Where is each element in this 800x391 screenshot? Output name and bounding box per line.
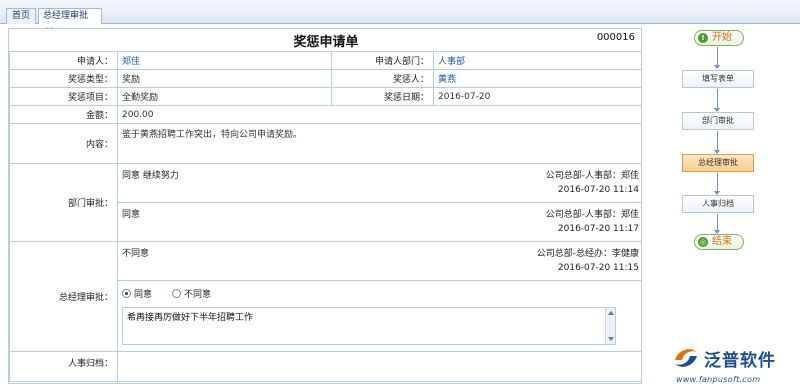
flow-step-gm-approval: 总经理审批 (682, 154, 754, 172)
table-row: 部门审批： 同意 继续努力 公司总部-人事部：郑佳 2016-07-20 11:… (9, 163, 641, 242)
content-label: 内容： (9, 123, 118, 164)
tab-bar: 首页 总经理审批✕ (0, 0, 800, 36)
table-row: 人事归档： (9, 351, 641, 382)
hr-archive-value (117, 351, 641, 382)
gm-review-cell: 不同意 公司总部-总经办：李健康 2016-07-20 11:15 同意 不同意… (117, 241, 641, 352)
gm-decision-group: 同意 不同意 (122, 285, 639, 301)
dept-review-cell: 同意 继续努力 公司总部-人事部：郑佳 2016-07-20 11:14 同意 … (117, 163, 641, 242)
type-label: 奖惩类型： (9, 69, 118, 88)
brand-url: www.fanpusoft.com (676, 375, 761, 384)
flow-step-hr-archive: 人事归档 (682, 195, 754, 213)
flow-step-label: 部门审批 (702, 116, 734, 125)
target-value: 黄燕 (433, 69, 641, 88)
form-number: 000016 (596, 32, 635, 43)
dept-review-approver: 公司总部-人事部：郑佳 (545, 210, 639, 220)
start-icon: ! (698, 33, 708, 43)
gm-review-approver: 公司总部-总经办：李健康 (536, 249, 639, 259)
flow-step-label: 填写表单 (702, 74, 734, 83)
brand-logo-icon (675, 349, 697, 367)
flow-start-label: 开始 (712, 32, 732, 43)
dept-review-label: 部门审批： (9, 163, 118, 242)
flow-step-label: 总经理审批 (698, 158, 738, 167)
scroll-up-icon[interactable] (608, 311, 614, 315)
tab-gm-approval-label: 总经理审批 (43, 11, 89, 21)
flow-step-dept-approval: 部门审批 (682, 112, 754, 130)
agree-radio-label[interactable]: 同意 (134, 287, 152, 300)
workflow-diagram: ! 开始 填写表单 部门审批 总经理审批 人事归档 ◎ 结束 (662, 26, 774, 266)
dept-value: 人事部 (433, 51, 641, 70)
gm-review-opinion: 不同意 (122, 249, 150, 259)
hr-archive-label: 人事归档： (9, 351, 118, 382)
table-row: 总经理审批： 不同意 公司总部-总经办：李健康 2016-07-20 11:15… (9, 241, 641, 352)
gm-review-entry: 不同意 公司总部-总经办：李健康 2016-07-20 11:15 (118, 242, 641, 281)
dept-review-time: 2016-07-20 11:17 (557, 224, 639, 234)
arrow-down-icon (714, 214, 720, 234)
arrow-down-icon (714, 173, 720, 195)
gm-review-time: 2016-07-20 11:15 (557, 263, 639, 273)
table-row: 内容： 鉴于黄燕招聘工作突出，特向公司申请奖励。 (9, 123, 641, 164)
dept-review-approver: 公司总部-人事部：郑佳 (545, 171, 639, 181)
brand-name: 泛普软件 (704, 351, 776, 371)
disagree-radio-label[interactable]: 不同意 (184, 287, 211, 300)
dept-review-opinion: 同意 (122, 210, 141, 220)
applicant-value: 郑佳 (117, 51, 332, 70)
tab-home-label: 首页 (11, 11, 30, 21)
applicant-label: 申请人： (9, 51, 118, 70)
gm-review-label: 总经理审批： (9, 241, 118, 352)
flow-step-fill-form: 填写表单 (682, 70, 754, 88)
item-value: 全勤奖励 (117, 87, 332, 106)
form-title: 奖惩申请单 (293, 35, 359, 50)
flow-start: ! 开始 (694, 30, 744, 46)
comment-scrollbar[interactable] (605, 308, 615, 344)
gm-comment-text: 希再接再厉做好下半年招聘工作 (127, 313, 254, 323)
arrow-down-icon (714, 47, 720, 69)
tab-home[interactable]: 首页 (6, 8, 36, 24)
date-label: 奖惩日期： (331, 87, 434, 106)
target-label: 奖惩人： (331, 69, 434, 88)
brand-watermark: 泛普软件 www.fanpusoft.com (670, 342, 796, 388)
table-row: 申请人： 郑佳 申请人部门： 人事部 (9, 51, 641, 70)
flow-end: ◎ 结束 (694, 234, 744, 250)
flow-step-label: 人事归档 (702, 199, 734, 208)
gm-comment-textarea[interactable]: 希再接再厉做好下半年招聘工作 (122, 307, 616, 345)
amount-label: 金额： (9, 105, 118, 124)
dept-review-entry: 同意 公司总部-人事部：郑佳 2016-07-20 11:17 (118, 203, 641, 241)
end-icon: ◎ (698, 237, 708, 247)
table-row: 奖惩项目： 全勤奖励 奖惩日期： 2016-07-20 (9, 87, 641, 106)
dept-label: 申请人部门： (331, 51, 434, 70)
tab-gm-approval[interactable]: 总经理审批✕ (38, 8, 102, 36)
scroll-down-icon[interactable] (608, 337, 614, 341)
agree-radio[interactable] (122, 288, 131, 298)
dept-review-opinion: 同意 继续努力 (122, 171, 179, 181)
amount-value: 200.00 (117, 105, 641, 124)
dept-review-time: 2016-07-20 11:14 (557, 185, 639, 195)
arrow-down-icon (714, 89, 720, 112)
flow-end-label: 结束 (712, 236, 732, 247)
arrow-down-icon (714, 131, 720, 154)
table-row: 奖惩类型： 奖励 奖惩人： 黄燕 (9, 69, 641, 88)
content-value: 鉴于黄燕招聘工作突出，特向公司申请奖励。 (117, 123, 641, 164)
dept-review-entry: 同意 继续努力 公司总部-人事部：郑佳 2016-07-20 11:14 (118, 164, 641, 203)
table-row: 金额： 200.00 (9, 105, 641, 124)
type-value: 奖励 (117, 69, 332, 88)
item-label: 奖惩项目： (9, 87, 118, 106)
reward-punishment-form: 奖惩申请单 000016 申请人： 郑佳 申请人部门： 人事部 奖惩类型： 奖励… (8, 28, 642, 384)
disagree-radio[interactable] (172, 288, 182, 298)
date-value: 2016-07-20 (433, 87, 641, 106)
form-table: 申请人： 郑佳 申请人部门： 人事部 奖惩类型： 奖励 奖惩人： 黄燕 奖惩项目… (9, 51, 641, 382)
